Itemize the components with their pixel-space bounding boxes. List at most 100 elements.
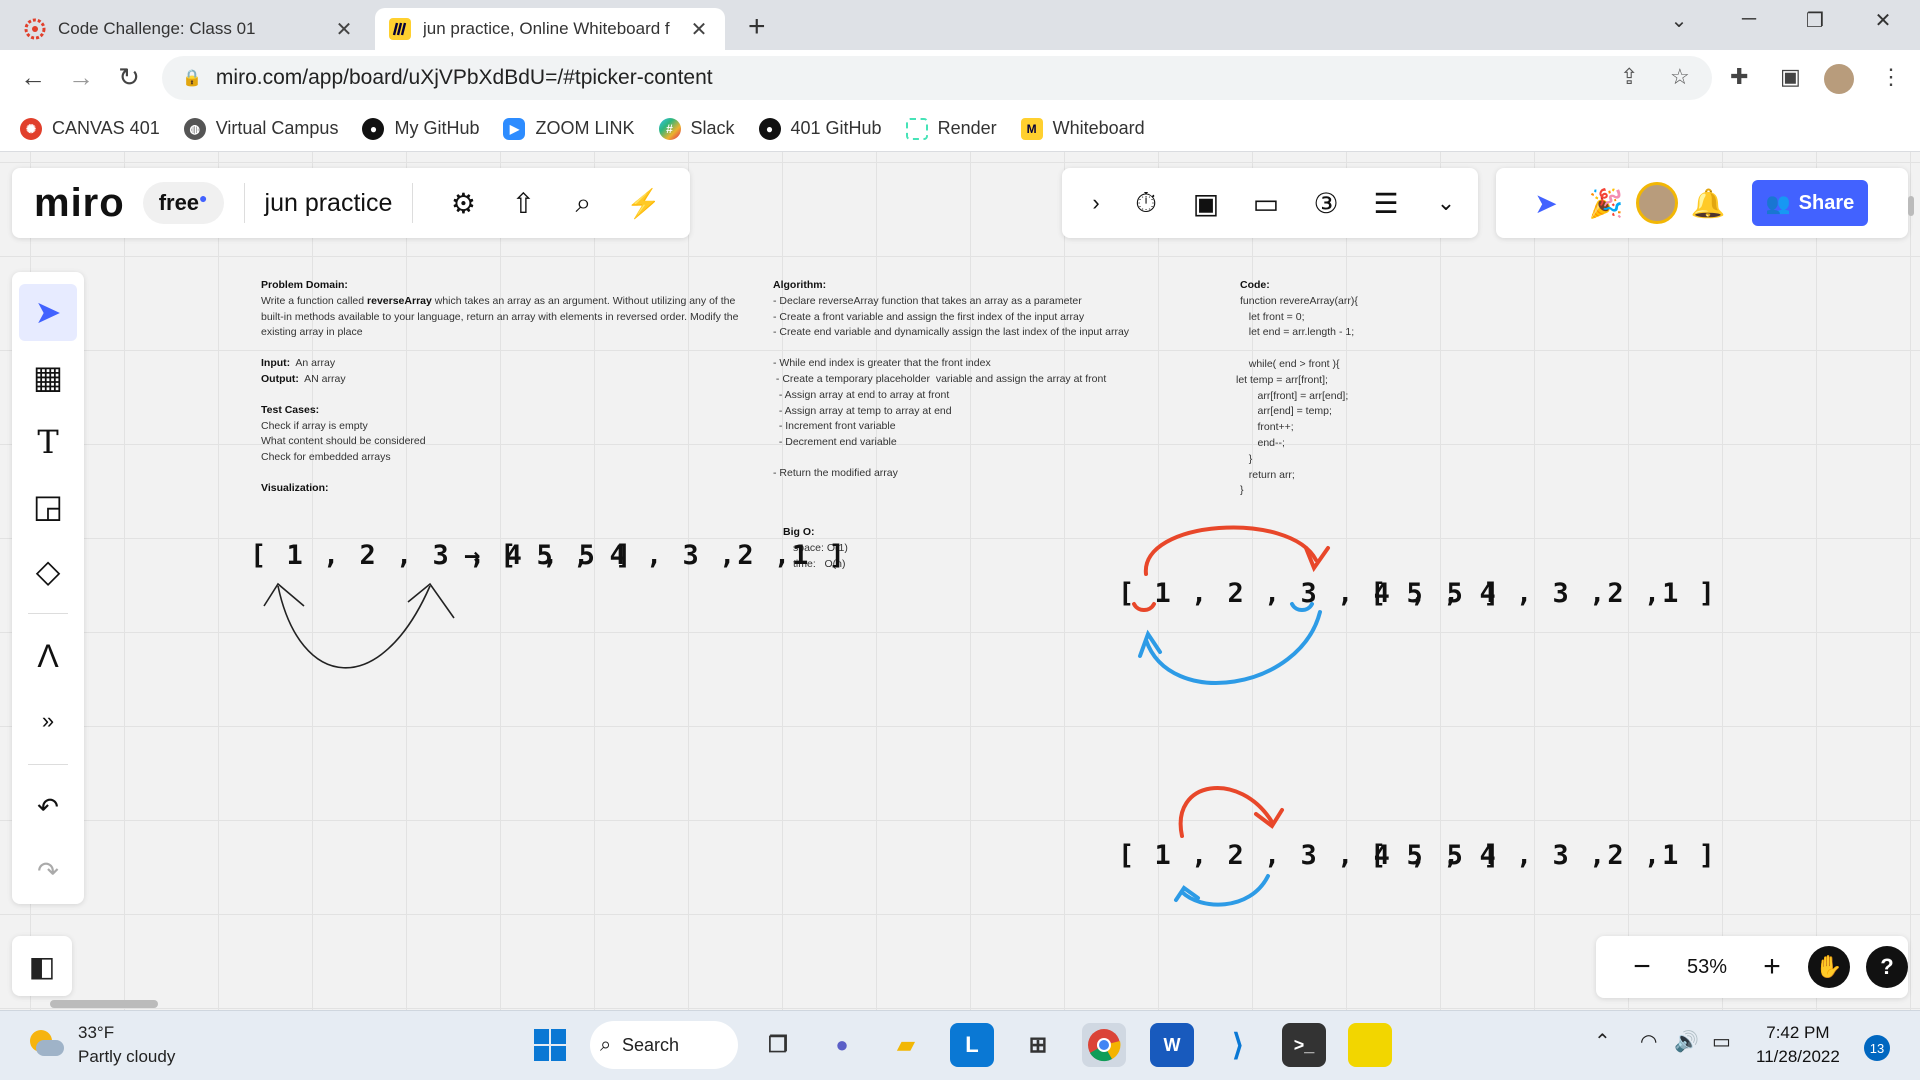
share-button[interactable]: 👥 Share [1752,180,1868,226]
right-output-array-2[interactable]: [ 5 , 4 , 3 ,2 ,1 ] [1370,840,1717,871]
tab-code-challenge[interactable]: Code Challenge: Class 01 ✕ [10,8,370,50]
volume-icon[interactable]: 🔊 [1674,1029,1699,1054]
minimize-icon[interactable]: ─ [1734,8,1764,31]
reload-icon[interactable]: ↻ [112,62,146,93]
url-field[interactable]: 🔒 miro.com/app/board/uXjVPbXdBdU=/#tpick… [162,56,1712,100]
code-line: function revereArray(arr){ [1240,294,1358,307]
algorithm-step: - Increment front variable [773,420,896,433]
zoom-in-button[interactable]: + [1752,950,1792,984]
bookmark-render[interactable]: Render [905,117,997,140]
bookmark-virtual-campus[interactable]: ◍ Virtual Campus [183,117,338,140]
notification-count-badge[interactable]: 13 [1864,1035,1890,1061]
tab-search-icon[interactable]: ⌄ [1664,8,1694,33]
undo-icon[interactable]: ↶ [19,779,77,836]
show-hidden-icons-icon[interactable]: ⌃ [1594,1029,1611,1054]
cursor-reactions-icon[interactable]: ➤ [1516,187,1576,220]
redo-icon[interactable]: ↷ [19,843,77,900]
algorithm-step: - Return the modified array [773,466,898,479]
side-panel-icon[interactable]: ▣ [1780,64,1801,90]
video-chat-icon[interactable]: ▣ [1176,187,1236,220]
user-avatar[interactable] [1636,182,1678,224]
bookmark-401-github[interactable]: ● 401 GitHub [758,117,882,140]
canvas-icon: ✺ [20,117,42,140]
frames-panel-icon[interactable]: ◧ [12,936,72,996]
settings-gear-icon[interactable]: ⚙ [433,187,493,220]
help-button[interactable]: ? [1866,946,1908,988]
problem-domain-note[interactable]: Problem Domain: Write a function called … [261,278,741,497]
bookmark-whiteboard[interactable]: M Whiteboard [1020,117,1145,140]
extensions-icon[interactable]: ✚ [1730,64,1748,90]
bookmark-zoom[interactable]: ▶ ZOOM LINK [503,117,635,140]
algorithm-note[interactable]: Algorithm: - Declare reverseArray functi… [773,278,1163,482]
templates-icon[interactable]: ▦ [19,349,77,406]
windows-start-icon[interactable] [528,1023,572,1067]
plan-badge[interactable]: free● [142,182,224,224]
text-icon[interactable]: T [19,413,77,470]
voting-icon[interactable]: ③ [1296,187,1356,220]
more-tools-icon[interactable]: » [19,693,77,750]
sticky-note-icon[interactable]: ◲ [19,478,77,535]
presentation-icon[interactable]: ▭ [1236,187,1296,220]
teams-chat-icon[interactable]: ● [820,1023,864,1067]
terminal-icon[interactable]: >_ [1282,1023,1326,1067]
horizontal-scrollbar[interactable] [50,1000,158,1008]
close-window-icon[interactable]: ✕ [1868,8,1898,33]
select-cursor-icon[interactable]: ➤ [19,284,77,341]
apps-plug-icon[interactable]: ⚡ [613,187,673,220]
code-note[interactable]: Code: function revereArray(arr){ let fro… [1236,278,1460,499]
close-tab-icon[interactable]: ✕ [687,17,711,42]
algorithm-step: - Assign array at temp to array at end [773,404,952,417]
chevron-right-icon[interactable]: › [1076,190,1116,216]
microsoft-store-icon[interactable]: ⊞ [1016,1023,1060,1067]
forward-icon[interactable]: → [64,62,98,93]
right-output-array-1[interactable]: [ 5 , 4 , 3 ,2 ,1 ] [1370,578,1717,609]
export-upload-icon[interactable]: ⇧ [493,187,553,220]
battery-icon[interactable]: ▭ [1712,1029,1731,1054]
windows-taskbar: 33°F Partly cloudy ⌕ Search ❐ ● ▰ L ⊞ W … [0,1010,1920,1080]
zoom-out-button[interactable]: − [1622,950,1662,984]
bookmark-star-icon[interactable]: ☆ [1670,64,1690,90]
taskbar-search[interactable]: ⌕ Search [590,1021,738,1069]
close-tab-icon[interactable]: ✕ [332,17,356,42]
search-icon[interactable]: ⌕ [553,187,613,220]
word-icon[interactable]: W [1150,1023,1194,1067]
pen-icon[interactable]: Λ [19,628,77,685]
shapes-icon[interactable]: ◇ [19,543,77,600]
bookmark-slack[interactable]: # Slack [658,117,735,140]
bookmark-canvas[interactable]: ✺ CANVAS 401 [20,117,160,140]
weather-widget[interactable]: 33°F Partly cloudy [26,1021,175,1069]
hand-tool-icon[interactable]: ✋ [1808,946,1850,988]
render-icon [905,117,928,140]
l-app-icon[interactable]: L [950,1023,994,1067]
collaboration-toolbar: › ⏱ ▣ ▭ ③ ☰ ⌄ [1062,168,1478,238]
celebrate-icon[interactable]: 🎉 [1576,187,1636,220]
zoom-level[interactable]: 53% [1662,956,1752,979]
task-view-icon[interactable]: ❐ [756,1023,800,1067]
board-name[interactable]: jun practice [265,189,393,218]
wifi-icon[interactable]: ◠ [1640,1029,1657,1054]
share-page-icon[interactable]: ⇪ [1620,64,1638,90]
bookmark-my-github[interactable]: ● My GitHub [362,117,479,140]
notifications-bell-icon[interactable]: 🔔 [1678,187,1738,220]
timer-icon[interactable]: ⏱ [1116,187,1176,220]
left-output-array[interactable]: [ 5 , 4 , 3 ,2 ,1 ] [500,540,847,571]
profile-avatar[interactable] [1824,64,1854,94]
notes-icon[interactable]: ☰ [1356,187,1416,220]
file-explorer-icon[interactable]: ▰ [884,1023,928,1067]
code-line: } [1240,452,1253,465]
vscode-icon[interactable]: ⟩ [1216,1023,1260,1067]
back-icon[interactable]: ← [16,62,50,93]
browser-menu-icon[interactable]: ⋮ [1880,64,1902,90]
restore-icon[interactable]: ❐ [1800,8,1830,33]
new-tab-icon[interactable]: + [748,10,766,44]
search-icon: ⌕ [600,1033,612,1056]
vertical-scrollbar[interactable] [1908,196,1914,216]
more-chevron-down-icon[interactable]: ⌄ [1416,190,1476,216]
system-clock[interactable]: 7:42 PM 11/28/2022 [1756,1021,1840,1069]
tab-jun-practice[interactable]: jun practice, Online Whiteboard f ✕ [375,8,725,50]
chrome-icon[interactable] [1082,1023,1126,1067]
sticky-notes-icon[interactable] [1348,1023,1392,1067]
algorithm-step: - Assign array at end to array at front [773,388,950,401]
miro-logo[interactable]: miro [34,181,125,226]
